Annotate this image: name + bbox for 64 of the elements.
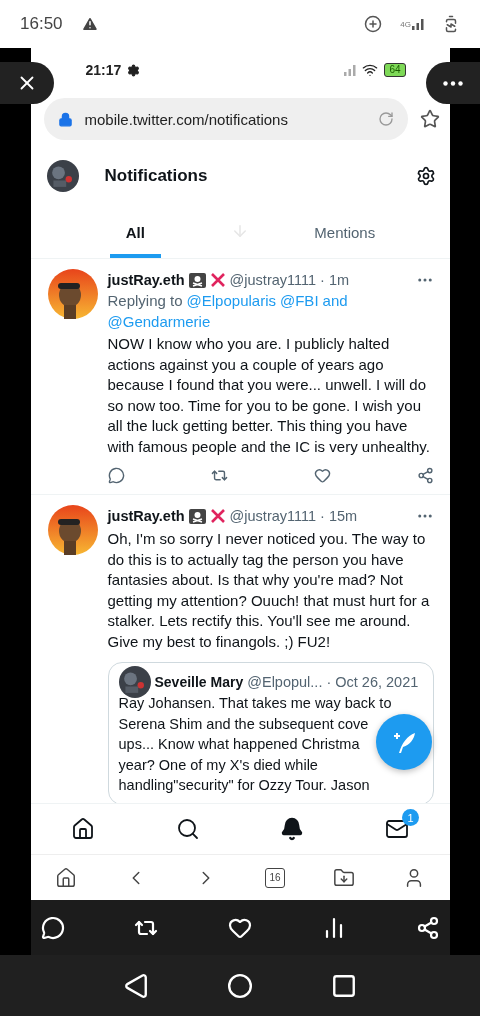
system-time: 16:50 [20, 14, 63, 34]
page-title: Notifications [104, 166, 209, 186]
battery-level: 64 [384, 63, 406, 77]
signal-icon [412, 18, 424, 30]
address-bar[interactable]: mobile.twitter.com/notifications [43, 98, 408, 140]
data-saver-icon [364, 15, 383, 33]
pull-arrow-icon [231, 222, 249, 240]
user-name: Seveille Mary [154, 674, 244, 690]
tab[interactable]: All [109, 206, 161, 258]
settings-icon [127, 63, 141, 77]
user-name[interactable]: justRay.eth [107, 508, 185, 524]
url-text: mobile.twitter.com/notifications [84, 110, 289, 128]
settings-icon[interactable] [415, 166, 436, 186]
compose-button[interactable] [375, 714, 432, 770]
replying-label: Replying to [107, 291, 183, 311]
share-icon[interactable] [415, 915, 440, 940]
pirate-flag-icon [188, 508, 206, 524]
user-handle: @justray1111 [229, 272, 317, 288]
search-icon[interactable] [175, 817, 200, 841]
tab[interactable]: Mentions [298, 206, 392, 258]
back-icon[interactable] [123, 972, 149, 999]
cross-icon [209, 272, 226, 288]
warning-icon [80, 15, 99, 33]
quoted-text-line: Serena Shim and the subsequent cove [118, 714, 369, 734]
quoted-text-line: year? One of my X's died while [118, 755, 318, 775]
bell-icon[interactable] [280, 817, 305, 841]
avatar[interactable] [47, 269, 98, 319]
unread-badge: 1 [402, 809, 420, 826]
reply-icon[interactable] [107, 467, 125, 484]
quoted-text-line: handling"security" for Ozzy Tour. Jason [118, 776, 370, 795]
home-icon[interactable] [70, 817, 95, 841]
more-icon [443, 80, 463, 86]
home-icon[interactable] [54, 866, 77, 889]
user-handle: @Elpopul... [247, 674, 323, 690]
lock-icon [57, 111, 73, 127]
quoted-text-line: Ray Johansen. That takes me way back to [118, 694, 392, 713]
avatar[interactable] [118, 666, 151, 698]
home-icon[interactable] [227, 972, 253, 999]
mail-icon[interactable] [385, 817, 410, 841]
quoted-text-line: ups... Know what happened Christma [118, 735, 360, 754]
pirate-flag-icon [188, 272, 206, 288]
like-icon[interactable] [313, 467, 331, 484]
tweet-time: · 1m [320, 272, 350, 288]
tweet-text: NOW I know who you are. I publicly halted actions against you a couple of years ago because I found that you were... unwell. I will do so now too. Time for you to be gone. I wish you all the luck getting better. This thing you have with famous people and the IC is very unhealthy. [107, 334, 431, 457]
wifi-icon [362, 62, 379, 78]
share-icon[interactable] [416, 467, 434, 484]
bookmark-star-icon[interactable] [419, 109, 440, 129]
recents-icon[interactable] [331, 972, 357, 999]
avatar[interactable] [47, 505, 98, 555]
comment-icon[interactable] [40, 915, 65, 940]
signal-icon [344, 64, 357, 76]
tweet-time: · 15m [320, 508, 358, 524]
tweet-text: Oh, I'm so sorry I never noticed you. The way to do this is to actually tag the person you have fantasies about. Is that why you're mad? Not getting my attention? Ouuch! that must hurt for a stalker. Lets rectify this. You'll see me around. Give my best to finangols. ;) FU2! [107, 529, 431, 652]
user-name[interactable]: justRay.eth [107, 272, 185, 288]
folder-download-icon[interactable] [333, 866, 356, 889]
more-button[interactable] [426, 62, 480, 104]
tweet-date: · Oct 26, 2021 [326, 674, 419, 690]
cross-icon [209, 508, 226, 524]
user-handle: @justray1111 [229, 508, 317, 524]
close-button[interactable] [0, 62, 54, 104]
network-type: 4G [400, 19, 411, 29]
status-time: 21:17 [85, 62, 122, 78]
avatar[interactable] [46, 160, 79, 192]
tab-count-button[interactable]: 16 [265, 867, 286, 888]
